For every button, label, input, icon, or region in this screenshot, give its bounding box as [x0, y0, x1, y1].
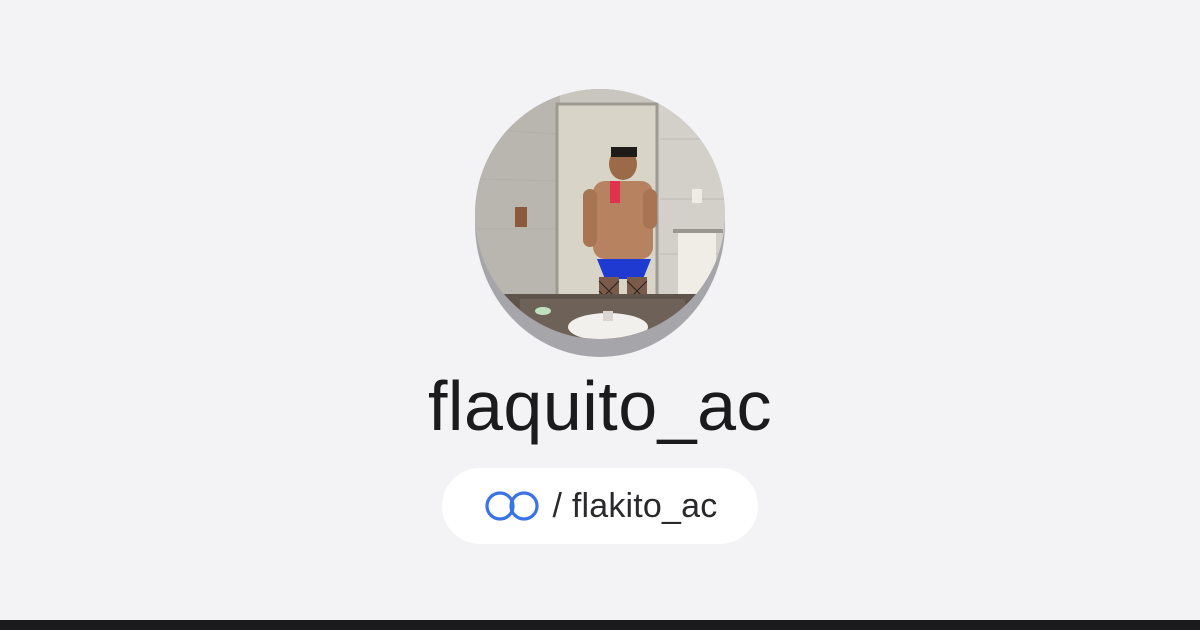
profile-photo [475, 89, 725, 339]
share-card: flaquito_ac / flakito_ac [0, 0, 1200, 620]
bottom-bar [0, 620, 1200, 630]
handle-text: / flakito_ac [552, 486, 718, 525]
linked-rings-icon [483, 489, 541, 523]
handle-link[interactable]: / flakito_ac [442, 468, 758, 544]
profile-username: flaquito_ac [427, 367, 773, 445]
avatar[interactable] [475, 89, 725, 339]
